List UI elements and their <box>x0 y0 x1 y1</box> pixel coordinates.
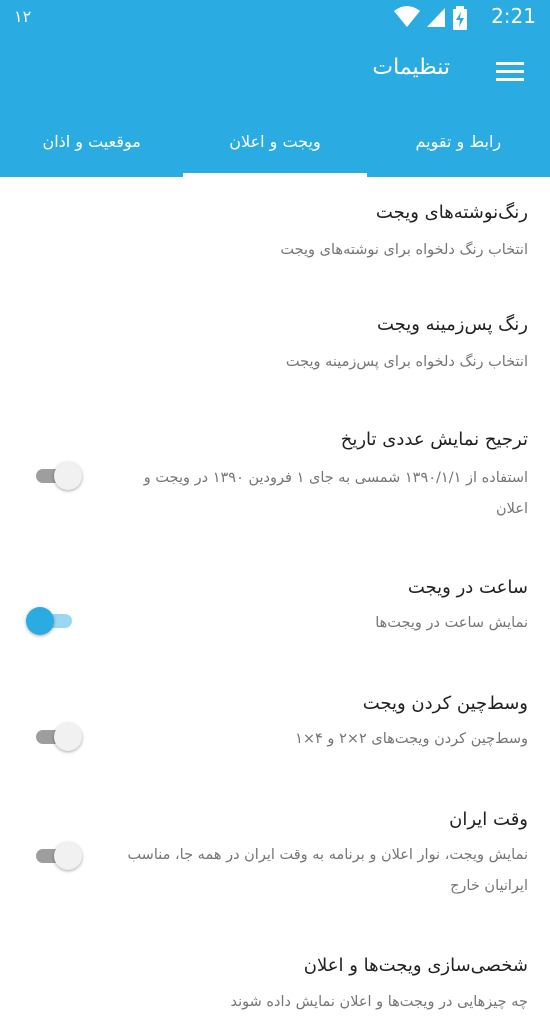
clock: 2:21 <box>491 4 536 28</box>
setting-title: شخصی‌سازی ویجت‌ها و اعلان <box>303 955 528 976</box>
setting-subtitle: انتخاب رنگ دلخواه برای پس‌زمینه ویجت <box>285 354 528 370</box>
center-widget-toggle[interactable] <box>36 720 84 752</box>
tab-widget-notification[interactable]: ویجت و اعلان <box>183 110 367 177</box>
setting-subtitle: استفاده از ۱۳۹۰/۱/۱ شمسی به جای ۱ فرودین… <box>143 470 528 517</box>
setting-title: رنگ‌نوشته‌های ویجت <box>375 202 528 223</box>
setting-subtitle: چه چیزهایی در ویجت‌ها و اعلان نمایش داده… <box>230 994 528 1010</box>
numeric-date-toggle[interactable] <box>36 459 84 491</box>
setting-iran-time[interactable]: وقت ایران نمایش ویجت، نوار اعلان و برنام… <box>0 784 550 931</box>
setting-subtitle: وسط‌چین کردن ویجت‌های ۲×۲ و ۴×۱ <box>295 731 528 747</box>
setting-widget-text-color[interactable]: رنگ‌نوشته‌های ویجت انتخاب رنگ دلخواه برا… <box>0 177 550 289</box>
settings-list: رنگ‌نوشته‌های ویجت انتخاب رنگ دلخواه برا… <box>0 177 550 1031</box>
setting-widget-background-color[interactable]: رنگ پس‌زمینه ویجت انتخاب رنگ دلخواه برای… <box>0 289 550 405</box>
setting-customize-widgets[interactable]: شخصی‌سازی ویجت‌ها و اعلان چه چیزهایی در … <box>0 931 550 1031</box>
tab-label: موقعیت و اذان <box>42 132 141 151</box>
setting-subtitle: نمایش ویجت، نوار اعلان و برنامه به وقت ا… <box>127 847 528 894</box>
page-title: تنظیمات <box>372 55 450 80</box>
setting-subtitle: انتخاب رنگ دلخواه برای نوشته‌های ویجت <box>280 242 528 258</box>
toggle-knob <box>26 607 54 635</box>
setting-title: رنگ پس‌زمینه ویجت <box>376 314 528 335</box>
tab-location-azan[interactable]: موقعیت و اذان <box>0 110 183 177</box>
setting-clock-in-widget[interactable]: ساعت در ویجت نمایش ساعت در ویجت‌ها <box>0 552 550 668</box>
setting-title: ترجیح نمایش عددی تاریخ <box>340 429 528 450</box>
status-bar: ۱۲ 2:21 <box>0 0 550 36</box>
battery-charging-icon <box>453 6 467 30</box>
toggle-knob <box>54 842 82 870</box>
clock-in-widget-toggle[interactable] <box>26 604 84 636</box>
iran-time-toggle[interactable] <box>36 839 84 871</box>
app-bar: ۱۲ 2:21 تنظیمات موقعیت و اذان ویجت و اعل… <box>0 0 550 177</box>
tab-label: ویجت و اعلان <box>229 132 321 151</box>
setting-center-widget[interactable]: وسط‌چین کردن ویجت وسط‌چین کردن ویجت‌های … <box>0 668 550 784</box>
toggle-knob <box>54 462 82 490</box>
setting-title: ساعت در ویجت <box>407 577 528 598</box>
tab-interface-calendar[interactable]: رابط و تقویم <box>367 110 550 177</box>
tab-label: رابط و تقویم <box>415 132 502 151</box>
toggle-knob <box>54 723 82 751</box>
tab-bar: موقعیت و اذان ویجت و اعلان رابط و تقویم <box>0 110 550 177</box>
wifi-icon <box>393 6 420 27</box>
cell-signal-icon <box>426 8 445 27</box>
setting-title: وقت ایران <box>449 809 528 830</box>
setting-numeric-date[interactable]: ترجیح نمایش عددی تاریخ استفاده از ۱۳۹۰/۱… <box>0 405 550 552</box>
status-icons <box>393 6 468 30</box>
notification-count: ۱۲ <box>14 7 32 26</box>
setting-title: وسط‌چین کردن ویجت <box>362 693 528 714</box>
setting-subtitle: نمایش ساعت در ویجت‌ها <box>375 615 528 631</box>
hamburger-menu-icon[interactable] <box>496 60 524 84</box>
